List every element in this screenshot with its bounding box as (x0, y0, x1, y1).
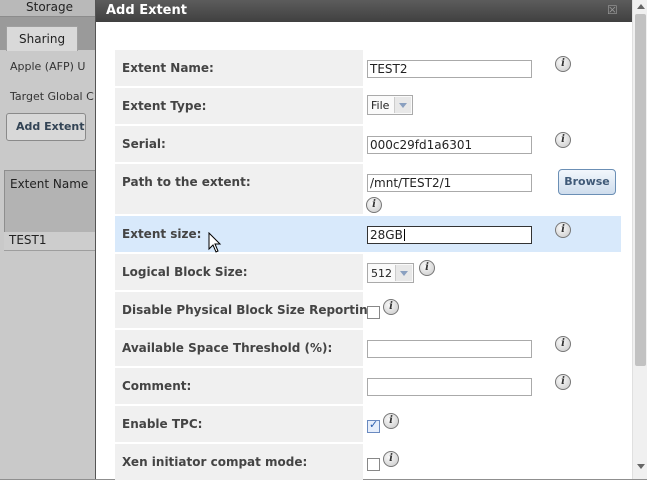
extent-size-value: 28GB (370, 228, 403, 242)
extent-size-label: Extent size: (122, 227, 202, 241)
extent-type-value: File (371, 99, 390, 112)
row-logical-block-size: Logical Block Size: 512 i (115, 254, 621, 290)
logical-block-size-value: 512 (371, 267, 392, 280)
row-disable-pbs: Disable Physical Block Size Reporting: i (115, 292, 621, 328)
dialog-scrollbar[interactable] (632, 0, 647, 479)
label-cell: Disable Physical Block Size Reporting: (115, 292, 381, 328)
afp-row[interactable]: Apple (AFP) U (0, 54, 96, 80)
label-cell: Extent size: (115, 216, 363, 252)
info-icon[interactable]: i (555, 56, 571, 72)
row-comment: Comment: i (115, 368, 621, 404)
enable-tpc-checkbox[interactable] (367, 418, 380, 433)
path-input[interactable]: /mnt/TEST2/1 (367, 174, 532, 192)
comment-label: Comment: (122, 379, 192, 393)
sharing-tab-label: Sharing (19, 32, 66, 46)
xen-compat-checkbox[interactable] (367, 458, 380, 471)
chevron-down-icon[interactable] (394, 97, 411, 113)
extent-type-label: Extent Type: (122, 99, 207, 113)
table-row[interactable]: TEST1 (4, 232, 96, 251)
serial-label: Serial: (122, 137, 166, 151)
label-cell: Extent Name: (115, 50, 363, 86)
add-extent-button[interactable]: Add Extent (6, 113, 86, 141)
row-serial: Serial: 000c29fd1a6301 i (115, 126, 621, 162)
text-caret (403, 229, 405, 241)
label-cell: Logical Block Size: (115, 254, 363, 290)
info-icon[interactable]: i (555, 132, 571, 148)
scroll-down-arrow-icon[interactable] (637, 464, 645, 469)
label-cell: Available Space Threshold (%): (115, 330, 363, 366)
extent-type-select[interactable]: File (367, 95, 413, 115)
disable-pbs-checkbox[interactable] (367, 306, 380, 319)
row-xen-compat: Xen initiator compat mode: i (115, 444, 621, 480)
scrollbar-thumb[interactable] (635, 14, 646, 366)
sharing-tab[interactable]: Sharing (6, 26, 78, 51)
row-avail-threshold: Available Space Threshold (%): i (115, 330, 621, 366)
label-cell: Comment: (115, 368, 363, 404)
label-cell: Path to the extent: (115, 164, 363, 214)
avail-threshold-input[interactable] (367, 340, 532, 358)
grid-header-extent-name: Extent Name (10, 177, 89, 191)
avail-threshold-label: Available Space Threshold (%): (122, 341, 333, 355)
grid-header: Extent Name (4, 170, 98, 234)
info-icon[interactable]: i (383, 451, 399, 467)
info-icon[interactable]: i (555, 374, 571, 390)
browse-button[interactable]: Browse (558, 169, 616, 195)
grid-row-name: TEST1 (9, 233, 47, 247)
extent-size-input[interactable]: 28GB (367, 226, 532, 244)
extent-name-label: Extent Name: (122, 61, 214, 75)
logical-block-size-label: Logical Block Size: (122, 265, 248, 279)
scroll-up-arrow-icon[interactable] (637, 4, 645, 9)
disable-pbs-label: Disable Physical Block Size Reporting: (122, 303, 381, 317)
logical-block-size-select[interactable]: 512 (367, 263, 414, 283)
label-cell: Serial: (115, 126, 363, 162)
add-extent-dialog: Add Extent ☒ Extent Name: TEST2 i Extent… (95, 0, 647, 480)
serial-input[interactable]: 000c29fd1a6301 (367, 136, 532, 154)
label-cell: Extent Type: (115, 88, 363, 124)
dialog-titlebar[interactable]: Add Extent ☒ (96, 0, 647, 22)
enable-tpc-label: Enable TPC: (122, 417, 203, 431)
row-path: Path to the extent: /mnt/TEST2/1 Browse … (115, 164, 621, 214)
chevron-down-icon[interactable] (395, 265, 412, 281)
target-global-row[interactable]: Target Global C (0, 84, 96, 110)
label-cell: Enable TPC: (115, 406, 363, 442)
label-cell: Xen initiator compat mode: (115, 444, 363, 480)
storage-tab-label: Storage (26, 0, 73, 14)
mouse-cursor-icon (208, 232, 222, 253)
info-icon[interactable]: i (555, 336, 571, 352)
target-global-label: Target Global C (10, 90, 94, 103)
path-label: Path to the extent: (122, 175, 251, 189)
comment-input[interactable] (367, 378, 532, 396)
row-extent-type: Extent Type: File (115, 88, 621, 124)
storage-tab[interactable]: Storage (0, 0, 96, 17)
afp-row-label: Apple (AFP) U (10, 60, 86, 73)
row-extent-name: Extent Name: TEST2 i (115, 50, 621, 86)
dialog-title: Add Extent (106, 3, 187, 18)
add-extent-button-label: Add Extent (16, 120, 85, 133)
close-icon[interactable]: ☒ (607, 3, 618, 17)
row-extent-size: Extent size: 28GB i (115, 216, 621, 252)
xen-compat-label: Xen initiator compat mode: (122, 455, 308, 469)
info-icon[interactable]: i (383, 299, 399, 315)
info-icon[interactable]: i (366, 197, 382, 213)
info-icon[interactable]: i (419, 260, 435, 276)
info-icon[interactable]: i (555, 222, 571, 238)
row-enable-tpc: Enable TPC: i (115, 406, 621, 442)
info-icon[interactable]: i (383, 413, 399, 429)
extent-name-input[interactable]: TEST2 (367, 60, 532, 78)
